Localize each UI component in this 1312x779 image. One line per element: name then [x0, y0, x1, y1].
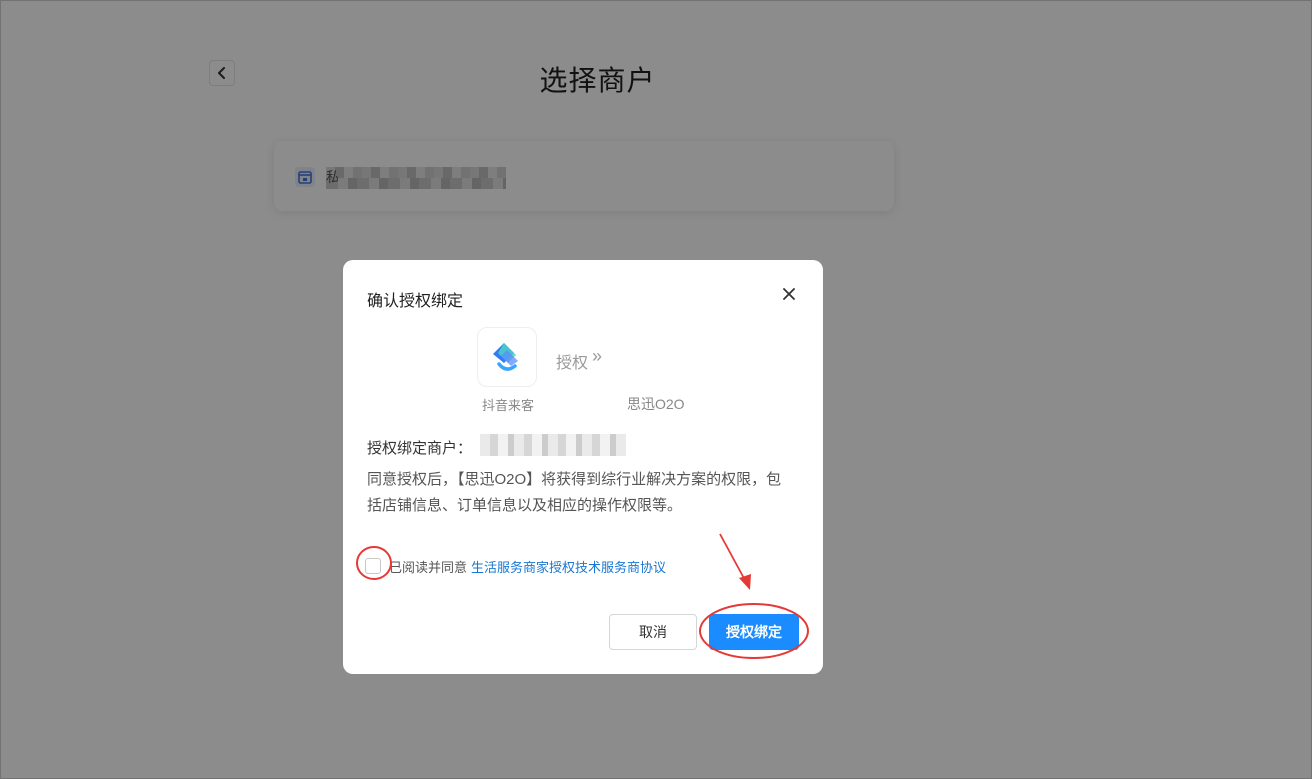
authorize-label: 授权 — [556, 355, 589, 372]
app-logo-icon — [493, 343, 518, 371]
app-name: 抖音来客 — [481, 398, 534, 413]
agreement-row: 已阅读并同意 生活服务商家授权技术服务商协议 — [365, 556, 666, 576]
dialog-title: 确认授权绑定 — [367, 293, 464, 310]
bind-merchant-value-redacted — [480, 434, 626, 456]
close-button[interactable] — [779, 284, 799, 304]
close-icon — [783, 288, 795, 300]
agree-text: 已阅读并同意 — [389, 559, 468, 575]
agree-checkbox[interactable] — [365, 558, 381, 574]
confirm-authorization-dialog: 确认授权绑定 抖音来客 授权 » 思迅O2O 授权绑定商户： 同意授权后，【思迅… — [343, 260, 823, 674]
bind-merchant-label: 授权绑定商户： — [367, 440, 473, 457]
confirm-bind-button[interactable]: 授权绑定 — [709, 614, 799, 650]
cancel-button[interactable]: 取消 — [609, 614, 697, 650]
authorization-description: 同意授权后，【思迅O2O】将获得到综行业解决方案的权限，包括店铺信息、订单信息以… — [367, 471, 782, 514]
double-chevron-right-icon: » — [592, 346, 603, 366]
app-logo — [477, 327, 537, 387]
partner-name: 思迅O2O — [627, 396, 685, 412]
agreement-link[interactable]: 生活服务商家授权技术服务商协议 — [471, 557, 666, 576]
